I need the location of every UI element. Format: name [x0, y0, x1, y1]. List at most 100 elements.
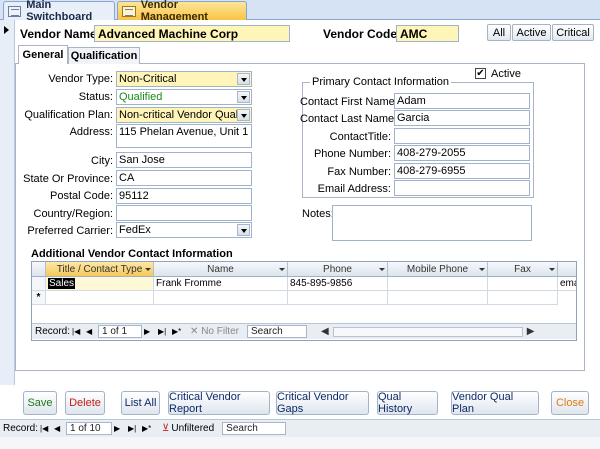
filter-critical-button[interactable]: Critical [552, 24, 594, 41]
qual-plan-combo[interactable]: Non-critical Vendor Qual [116, 107, 252, 123]
status-value: Qualified [119, 91, 163, 103]
column-header-phone[interactable]: Phone [288, 262, 388, 277]
delete-button[interactable]: Delete [65, 391, 105, 415]
tab-vendor-management[interactable]: Vendor Management [117, 0, 247, 23]
tab-qualification[interactable]: Qualification [68, 47, 140, 64]
phone-field[interactable]: 408-279-2055 [394, 145, 530, 161]
record-selector[interactable] [0, 20, 15, 385]
vendor-code-field[interactable]: AMC [396, 25, 459, 42]
new-row-cell[interactable] [46, 291, 154, 305]
new-row-cell[interactable] [154, 291, 288, 305]
table-cell-mobile[interactable] [388, 277, 488, 291]
scroll-left-icon[interactable]: ◀ [321, 326, 329, 337]
table-cell-title[interactable]: Sales [46, 277, 154, 291]
vendor-name-label: Vendor Name: [20, 27, 101, 41]
email-field[interactable] [394, 180, 530, 196]
list-all-button[interactable]: List All [121, 391, 160, 415]
qual-history-button[interactable]: Qual History [377, 391, 438, 415]
table-cell-email-truncated[interactable]: ema [558, 277, 576, 291]
new-record-nav-icon[interactable]: ▶* [142, 424, 152, 434]
column-header-overflow[interactable] [558, 262, 576, 277]
dropdown-arrow-icon[interactable] [237, 109, 250, 121]
new-record-icon[interactable]: * [32, 291, 46, 305]
previous-record-icon[interactable]: ◀ [54, 424, 64, 434]
first-record-icon[interactable]: |◀ [72, 327, 82, 337]
additional-contacts-datasheet: Title / Contact Type Name Phone Mobile P… [31, 261, 577, 341]
qual-history-label: Qual History [378, 391, 413, 415]
last-record-icon[interactable]: ▶| [158, 327, 168, 337]
last-name-field[interactable]: Garcia [394, 110, 530, 126]
new-row-cell[interactable] [488, 291, 558, 305]
vendor-name-field[interactable]: Advanced Machine Corp [94, 25, 290, 42]
dropdown-arrow-icon[interactable] [237, 73, 250, 85]
qual-plan-label: Qualification Plan: [24, 109, 113, 121]
filter-active-button[interactable]: Active [512, 24, 551, 41]
tab-general[interactable]: General [18, 45, 68, 64]
select-all-corner[interactable] [32, 262, 46, 277]
new-row-cell[interactable] [288, 291, 388, 305]
dropdown-arrow-icon[interactable] [237, 91, 250, 103]
tab-main-switchboard[interactable]: Main Switchboard [3, 0, 115, 23]
scroll-right-icon[interactable]: ▶ [527, 326, 535, 337]
save-button[interactable]: Save [23, 391, 57, 415]
city-field[interactable]: San Jose [116, 152, 252, 168]
status-combo[interactable]: Qualified [116, 89, 252, 105]
critical-vendor-gaps-label: Critical Vendor Gaps [277, 391, 349, 415]
record-position-field[interactable]: 1 of 1 [98, 325, 143, 338]
notes-field[interactable] [332, 205, 532, 241]
search-input[interactable]: Search [246, 325, 307, 338]
vendor-qual-plan-label: Vendor Qual Plan [452, 391, 514, 415]
horizontal-scrollbar[interactable] [332, 326, 523, 337]
filter-all-button[interactable]: All [487, 24, 511, 41]
new-row-cell[interactable] [388, 291, 488, 305]
previous-record-icon[interactable]: ◀ [86, 327, 96, 337]
column-header-fax[interactable]: Fax [488, 262, 558, 277]
country-field[interactable] [116, 205, 252, 221]
filter-status[interactable]: Unfiltered [171, 423, 214, 434]
vendor-type-label: Vendor Type: [48, 73, 113, 85]
critical-vendor-report-button[interactable]: Critical Vendor Report [168, 391, 270, 415]
address-label: Address: [69, 126, 113, 138]
dropdown-arrow-icon[interactable] [237, 224, 250, 236]
first-record-icon[interactable]: |◀ [40, 424, 50, 434]
city-label: City: [91, 155, 113, 167]
next-record-icon[interactable]: ▶ [144, 327, 154, 337]
table-cell-name[interactable]: Frank Fromme [154, 277, 288, 291]
close-button[interactable]: Close [551, 391, 589, 415]
table-cell-phone[interactable]: 845-895-9856 [288, 277, 388, 291]
save-button-label: Save [27, 397, 53, 409]
record-label: Record: [3, 423, 39, 434]
row-selector[interactable] [32, 277, 46, 291]
new-record-nav-icon[interactable]: ▶* [172, 327, 182, 337]
filter-icon[interactable]: ⊻ [162, 423, 169, 434]
state-label: State Or Province: [23, 173, 113, 185]
vendor-qual-plan-button[interactable]: Vendor Qual Plan [451, 391, 539, 415]
active-checkbox[interactable]: ✔ [475, 68, 486, 79]
delete-button-label: Delete [69, 397, 101, 409]
vendor-type-combo[interactable]: Non-Critical [116, 71, 252, 87]
address-field[interactable]: 115 Phelan Avenue, Unit 1 [116, 124, 252, 148]
column-header-mobile[interactable]: Mobile Phone [388, 262, 488, 277]
first-name-field[interactable]: Adam [394, 93, 530, 109]
email-label: Email Address: [317, 183, 391, 195]
contact-title-label: ContactTitle: [329, 131, 391, 143]
status-bar [0, 437, 600, 449]
filter-status[interactable]: ✕ No Filter [190, 326, 239, 337]
search-input[interactable]: Search [222, 422, 287, 435]
next-record-icon[interactable]: ▶ [114, 424, 124, 434]
fax-label: Fax Number: [327, 166, 391, 178]
last-record-icon[interactable]: ▶| [128, 424, 138, 434]
record-position-field[interactable]: 1 of 10 [66, 422, 113, 435]
postal-field[interactable]: 95112 [116, 188, 252, 204]
current-record-arrow-icon [4, 26, 9, 34]
table-cell-fax[interactable] [488, 277, 558, 291]
contact-title-field[interactable] [394, 128, 530, 144]
carrier-combo[interactable]: FedEx [116, 222, 252, 238]
list-all-label: List All [124, 397, 157, 409]
form-navigation-bar: Record: |◀ ◀ 1 of 10 ▶ ▶| ▶* ⊻ Unfiltere… [0, 419, 600, 437]
column-header-title[interactable]: Title / Contact Type [46, 262, 154, 277]
fax-field[interactable]: 408-279-6955 [394, 163, 530, 179]
critical-vendor-gaps-button[interactable]: Critical Vendor Gaps [276, 391, 369, 415]
column-header-name[interactable]: Name [154, 262, 288, 277]
state-field[interactable]: CA [116, 170, 252, 186]
